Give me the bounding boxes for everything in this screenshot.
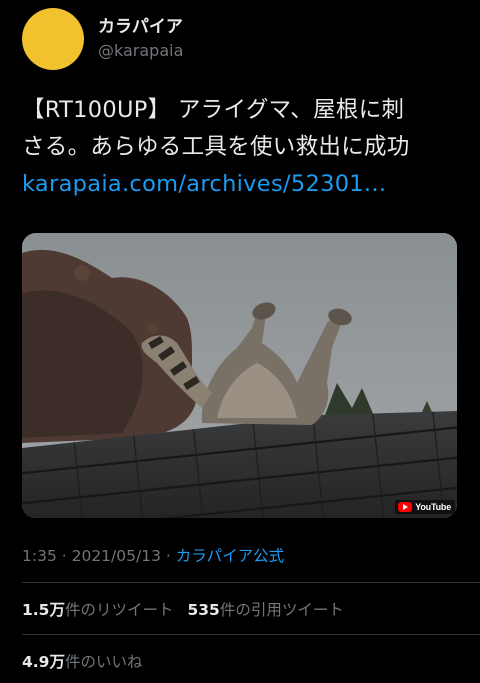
tweet-text-line: 【RT100UP】 アライグマ、屋根に刺 xyxy=(22,97,405,123)
tweet-time[interactable]: 1:35 xyxy=(22,547,57,565)
likes-count: 4.9万 xyxy=(22,653,65,671)
media-thumbnail[interactable]: YouTube xyxy=(22,233,457,518)
raccoon-photo xyxy=(22,233,457,518)
divider xyxy=(22,634,480,635)
author-info: カラパイア @karapaia xyxy=(98,16,183,62)
tweet-header: カラパイア @karapaia xyxy=(22,8,183,70)
youtube-logo-icon xyxy=(398,502,413,512)
tweet-text-line: さる。あらゆる工具を使い救出に成功 xyxy=(22,134,410,160)
avatar[interactable] xyxy=(22,8,84,70)
tweet-source[interactable]: カラパイア公式 xyxy=(176,547,284,565)
meta-separator: · xyxy=(56,547,72,565)
divider xyxy=(22,582,480,583)
quotes-count: 535 xyxy=(187,601,220,619)
likes-stat[interactable]: 4.9万件のいいね xyxy=(22,653,142,671)
engagement-row: 1.5万件のリツイート 535件の引用ツイート xyxy=(22,598,358,620)
meta-separator: · xyxy=(160,547,176,565)
display-name[interactable]: カラパイア xyxy=(98,16,183,38)
youtube-badge-label: YouTube xyxy=(415,502,451,512)
retweets-label: 件のリツイート xyxy=(64,601,174,619)
likes-label: 件のいいね xyxy=(64,653,143,671)
retweets-count: 1.5万 xyxy=(22,601,65,619)
user-handle[interactable]: @karapaia xyxy=(98,40,183,62)
tweet-meta: 1:35 · 2021/05/13 · カラパイア公式 xyxy=(22,544,284,566)
retweets-stat[interactable]: 1.5万件のリツイート xyxy=(22,601,173,619)
tweet-date[interactable]: 2021/05/13 xyxy=(72,547,161,565)
youtube-badge: YouTube xyxy=(395,500,455,514)
quotes-label: 件の引用ツイート xyxy=(219,601,344,619)
tweet-link[interactable]: karapaia.com/archives/52301... xyxy=(22,166,462,203)
quotes-stat[interactable]: 535件の引用ツイート xyxy=(187,601,343,619)
tweet-text: 【RT100UP】 アライグマ、屋根に刺 さる。あらゆる工具を使い救出に成功 k… xyxy=(22,92,462,203)
likes-row: 4.9万件のいいね xyxy=(22,650,156,672)
